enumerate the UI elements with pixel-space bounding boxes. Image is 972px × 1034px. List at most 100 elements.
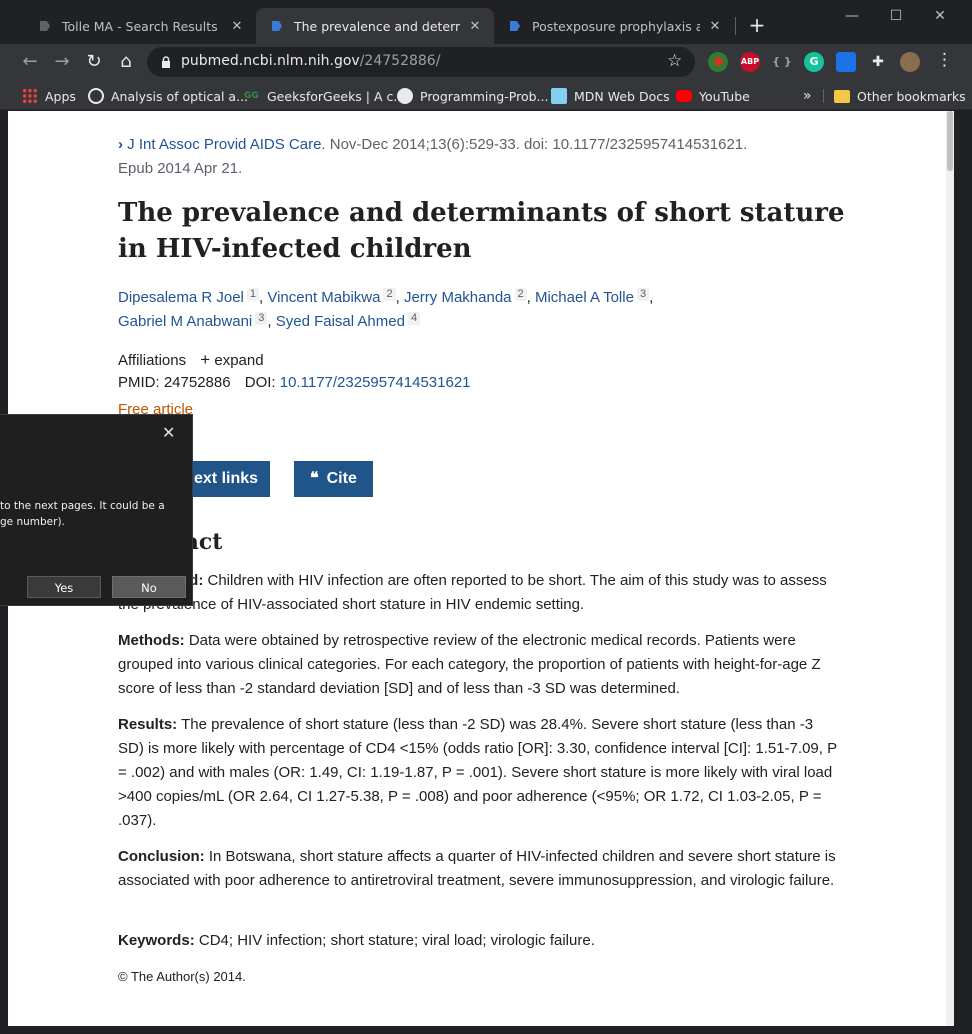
copyright: © The Author(s) 2014. — [118, 969, 246, 984]
geeksforgeeks-icon: GG — [244, 91, 259, 101]
close-tab-icon[interactable]: ✕ — [228, 19, 246, 34]
scrollbar-thumb[interactable] — [947, 111, 953, 171]
author-link[interactable]: Dipesalema R Joel — [118, 289, 244, 306]
doi-label: DOI: — [244, 374, 276, 391]
plus-icon: + — [200, 350, 211, 369]
puzzle-icon[interactable]: ✚ — [868, 52, 888, 72]
home-button[interactable]: ⌂ — [112, 49, 140, 75]
url-text: pubmed.ncbi.nlm.nih.gov/24752886/ — [181, 53, 440, 69]
quote-icon: ❝ — [310, 470, 319, 487]
no-button[interactable]: No — [112, 576, 186, 598]
json-icon[interactable]: { } — [772, 52, 792, 72]
bookmark-apps[interactable]: Apps — [22, 85, 76, 107]
close-tab-icon[interactable]: ✕ — [466, 19, 484, 34]
pubmed-favicon-icon — [510, 21, 520, 31]
affiliation-ref[interactable]: 1 — [246, 288, 260, 301]
affiliation-ref[interactable]: 2 — [514, 288, 527, 301]
github-icon — [397, 88, 413, 104]
cite-button[interactable]: ❝ Cite — [294, 461, 373, 497]
bookmark-other[interactable]: Other bookmarks — [834, 85, 966, 107]
bookmark-label: YouTube — [699, 88, 750, 104]
minimize-button[interactable]: — — [832, 6, 872, 26]
conclusion-label: Conclusion: — [118, 848, 205, 865]
author-link[interactable]: Jerry Makhanda — [404, 289, 512, 306]
scrollbar-track[interactable] — [946, 111, 954, 1026]
dialog-message-line: to the next pages. It could be a — [0, 500, 165, 512]
profile-icon[interactable] — [900, 52, 920, 72]
tab-article[interactable]: The prevalence and determinants ✕ — [256, 8, 494, 44]
author-link[interactable]: Michael A Tolle — [535, 289, 634, 306]
bookmark-label: Other bookmarks — [857, 88, 966, 104]
share-icon[interactable] — [836, 52, 856, 72]
bookmarks-bar: Apps Analysis of optical a... GG Geeksfo… — [0, 80, 972, 110]
abstract-background: nd: Children with HIV infection are ofte… — [118, 569, 838, 617]
bookmarks-overflow-button[interactable]: » — [803, 85, 812, 107]
address-bar[interactable]: pubmed.ncbi.nlm.nih.gov/24752886/ ☆ — [147, 47, 695, 77]
confirm-dialog: ✕ to the next pages. It could be a ge nu… — [0, 414, 193, 606]
affiliations-row: Affiliations + expand — [118, 348, 838, 373]
doi-link[interactable]: 10.1177/2325957414531621 — [280, 374, 471, 391]
results-label: Results: — [118, 716, 178, 733]
grammarly-icon[interactable]: G — [804, 52, 824, 72]
more-menu-icon[interactable]: ⋮ — [936, 50, 953, 70]
yes-button[interactable]: Yes — [27, 576, 101, 598]
bookmark-label: MDN Web Docs — [574, 88, 670, 104]
article-title: The prevalence and determinants of short… — [118, 198, 845, 264]
close-window-button[interactable]: ✕ — [920, 6, 960, 26]
citation-text: . Nov-Dec 2014;13(6):529-33. doi: 10.117… — [321, 136, 748, 153]
maximize-button[interactable]: ☐ — [876, 6, 916, 26]
bookmark-star-icon[interactable]: ☆ — [667, 51, 682, 71]
tab-postexposure[interactable]: Postexposure prophylaxis against ✕ — [494, 8, 734, 44]
bookmark-label: Programming-Prob... — [420, 88, 549, 104]
keywords-text: CD4; HIV infection; short stature; viral… — [198, 932, 595, 949]
affiliation-ref[interactable]: 3 — [636, 288, 650, 301]
author-link[interactable]: Syed Faisal Ahmed — [276, 313, 405, 330]
tab-search-results[interactable]: Tolle MA - Search Results - PubM ✕ — [24, 8, 256, 44]
results-text: The prevalence of short stature (less th… — [118, 716, 837, 829]
new-tab-button[interactable]: + — [744, 13, 770, 39]
bookmark-programming[interactable]: Programming-Prob... — [397, 85, 548, 107]
reload-button[interactable]: ↻ — [80, 49, 108, 75]
bookmark-label: GeeksforGeeks | A c... — [267, 88, 406, 104]
globe-icon — [88, 88, 104, 104]
close-tab-icon[interactable]: ✕ — [706, 19, 724, 34]
bookmark-mdn[interactable]: MDN Web Docs — [551, 85, 670, 107]
adblock-icon[interactable]: ABP — [740, 52, 760, 72]
affiliation-ref[interactable]: 3 — [255, 312, 268, 325]
journal-citation: › J Int Assoc Provid AIDS Care. Nov-Dec … — [118, 133, 838, 181]
author-link[interactable]: Vincent Mabikwa — [267, 289, 380, 306]
bookmark-label: Analysis of optical a... — [111, 88, 249, 104]
bookmark-youtube[interactable]: YouTube — [676, 85, 750, 107]
bookmark-geeksforgeeks[interactable]: GG GeeksforGeeks | A c... — [244, 85, 405, 107]
pubmed-favicon-icon — [40, 21, 50, 31]
bookmark-analysis[interactable]: Analysis of optical a... — [88, 85, 248, 107]
keywords-label: Keywords: — [118, 932, 195, 949]
url-path: /24752886/ — [359, 53, 441, 69]
abstract-conclusion: Conclusion: In Botswana, short stature a… — [118, 845, 838, 893]
tab-title: Tolle MA - Search Results - PubM — [62, 18, 222, 34]
browser-toolbar: ← → ↻ ⌂ pubmed.ncbi.nlm.nih.gov/24752886… — [0, 44, 972, 80]
dialog-message-line: ge number). — [0, 516, 65, 528]
back-button[interactable]: ← — [16, 49, 44, 75]
pmid: PMID: 24752886 — [118, 374, 231, 391]
keywords-row: Keywords: CD4; HIV infection; short stat… — [118, 929, 838, 953]
affiliation-ref[interactable]: 2 — [383, 288, 396, 301]
expand-affiliations-button[interactable]: + expand — [200, 350, 263, 369]
epub-date: Epub 2014 Apr 21. — [118, 160, 243, 177]
chevron-right-icon: › — [118, 136, 123, 153]
record-icon[interactable] — [708, 52, 728, 72]
mdn-icon — [551, 88, 567, 104]
journal-link[interactable]: J Int Assoc Provid AIDS Care — [127, 136, 321, 153]
forward-button[interactable]: → — [48, 49, 76, 75]
tab-strip: Tolle MA - Search Results - PubM ✕ The p… — [0, 0, 972, 44]
conclusion-text: In Botswana, short stature affects a qua… — [118, 848, 836, 889]
author-link[interactable]: Gabriel M Anabwani — [118, 313, 252, 330]
author-list: Dipesalema R Joel 1, Vincent Mabikwa 2, Je… — [118, 288, 654, 330]
close-icon[interactable]: ✕ — [162, 423, 175, 442]
lock-icon — [162, 56, 170, 68]
bookmark-label: Apps — [45, 88, 76, 104]
free-article-label[interactable]: Free article — [118, 401, 838, 415]
affiliation-ref[interactable]: 4 — [407, 312, 421, 325]
bookmarks-separator — [823, 89, 824, 103]
abstract-methods: Methods: Data were obtained by retrospec… — [118, 629, 838, 701]
